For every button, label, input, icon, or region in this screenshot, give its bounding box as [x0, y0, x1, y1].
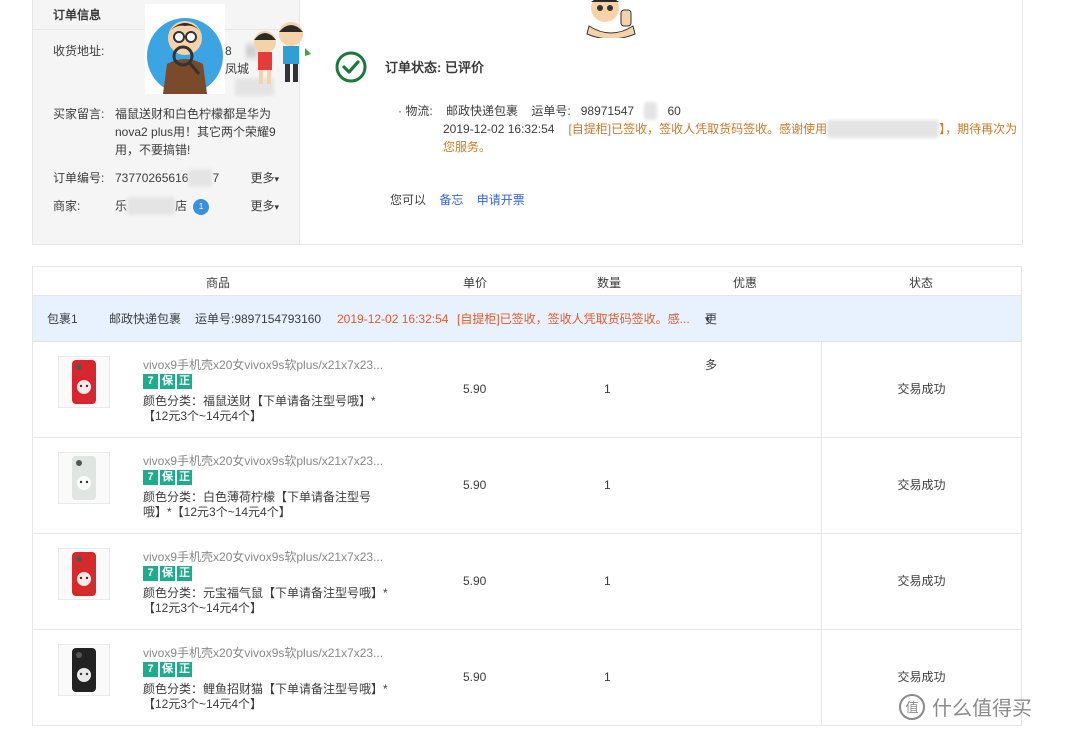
wangwang-chat-icon[interactable]: 1	[193, 198, 210, 215]
table-row: vivox9手机壳x20女vivox9s软plus/x21x7x23... 7 …	[33, 630, 1021, 726]
order-no-label: 订单编号:	[53, 171, 105, 185]
quantity: 1	[604, 670, 611, 684]
order-status-title: 订单状态: 已评价	[385, 60, 484, 75]
unit-price: 5.90	[463, 670, 487, 684]
seven-day-return-icon[interactable]: 7	[143, 566, 158, 581]
header-discount: 优惠	[733, 276, 758, 290]
header-product: 商品	[206, 276, 231, 290]
header-qty: 数量	[597, 276, 622, 290]
trade-status: 交易成功	[821, 534, 1021, 629]
check-circle-icon	[335, 51, 367, 83]
top-sticker-icon	[586, 0, 636, 38]
quantity: 1	[604, 574, 611, 588]
order-summary: 订单信息 收货地址: 2088 省份 凤城 806 711500 买家留言: 福…	[32, 0, 1023, 245]
package-name: 包裹1	[47, 312, 78, 326]
seller-more-link[interactable]: 更多▾	[250, 197, 279, 214]
logistics-detail: 2019-12-02 16:32:54 [自提柜]已签收，签收人凭取货码签收。感谢…	[398, 120, 1018, 156]
actions-label: 您可以	[390, 193, 427, 207]
product-attributes: 颜色分类：白色薄荷柠檬【下单请备注型号哦】*【12元3个~14元4个】	[143, 490, 372, 519]
product-thumbnail[interactable]	[58, 452, 110, 504]
trade-status: 交易成功	[821, 438, 1021, 533]
logistics-line: · 物流: 邮政快递包裹 运单号:989715471260	[398, 102, 1018, 120]
package-carrier: 邮政快递包裹	[109, 312, 182, 326]
seller-label: 商家:	[53, 199, 81, 213]
quantity: 1	[604, 382, 611, 396]
svg-text:值: 值	[905, 700, 918, 716]
unit-price: 5.90	[463, 382, 487, 396]
carrier-name: 邮政快递包裹	[446, 104, 519, 118]
logistics-time: 2019-12-02 16:32:54	[443, 122, 555, 136]
consumer-protection-icon[interactable]: 保	[160, 566, 175, 581]
service-tags: 7 保 正	[143, 566, 192, 581]
order-status-panel: 订单状态: 已评价 · 物流: 邮政快递包裹 运单号:989715471260 …	[301, 0, 1023, 244]
smzdm-logo-icon: 值	[899, 693, 925, 720]
quantity: 1	[604, 478, 611, 492]
seven-day-return-icon[interactable]: 7	[143, 470, 158, 485]
consumer-protection-icon[interactable]: 保	[160, 662, 175, 677]
table-row: vivox9手机壳x20女vivox9s软plus/x21x7x23... 7 …	[33, 438, 1021, 534]
product-attributes: 颜色分类：鲤鱼招财猫【下单请备注型号哦】*【12元3个~14元4个】	[143, 682, 388, 711]
service-tags: 7 保 正	[143, 662, 192, 677]
genuine-guarantee-icon[interactable]: 正	[177, 566, 192, 581]
site-watermark: 值 什么值得买	[898, 692, 1032, 721]
package-message: [自提柜]已签收，签收人凭取货码签收。感...	[457, 312, 690, 326]
unit-price: 5.90	[463, 574, 487, 588]
buyer-message-label: 买家留言:	[53, 107, 105, 121]
table-row: vivox9手机壳x20女vivox9s软plus/x21x7x23... 7 …	[33, 342, 1021, 438]
header-price: 单价	[463, 276, 488, 290]
product-thumbnail[interactable]	[58, 548, 110, 600]
genuine-guarantee-icon[interactable]: 正	[177, 470, 192, 485]
genuine-guarantee-icon[interactable]: 正	[177, 662, 192, 677]
order-no-more-link[interactable]: 更多▾	[250, 169, 279, 186]
product-attributes: 颜色分类：福鼠送财【下单请备注型号哦】*【12元3个~14元4个】	[143, 394, 376, 423]
order-actions: 您可以 备忘 申请开票	[390, 191, 525, 208]
waybill-no: 运单号:989715471260	[531, 102, 681, 120]
table-row: vivox9手机壳x20女vivox9s软plus/x21x7x23... 7 …	[33, 534, 1021, 630]
memo-link[interactable]: 备忘	[439, 193, 463, 207]
address-label: 收货地址:	[53, 44, 105, 58]
seven-day-return-icon[interactable]: 7	[143, 662, 158, 677]
consumer-protection-icon[interactable]: 保	[160, 470, 175, 485]
avatar-sticker-icon	[145, 4, 225, 94]
buyer-message: 福鼠送财和白色柠檬都是华为nova2 plus用！其它两个荣耀9用，不要搞错!	[115, 107, 276, 157]
service-tags: 7 保 正	[143, 374, 192, 389]
service-tags: 7 保 正	[143, 470, 192, 485]
watermark-text: 什么值得买	[932, 696, 1032, 720]
consumer-protection-icon[interactable]: 保	[160, 374, 175, 389]
table-header: 商品 单价 数量 优惠 状态	[33, 267, 1021, 296]
seven-day-return-icon[interactable]: 7	[143, 374, 158, 389]
product-thumbnail[interactable]	[58, 644, 110, 696]
product-title-link[interactable]: vivox9手机壳x20女vivox9s软plus/x21x7x23...	[143, 644, 383, 661]
genuine-guarantee-icon[interactable]: 正	[177, 374, 192, 389]
product-title-link[interactable]: vivox9手机壳x20女vivox9s软plus/x21x7x23...	[143, 548, 383, 565]
invoice-link[interactable]: 申请开票	[477, 193, 525, 207]
product-title-link[interactable]: vivox9手机壳x20女vivox9s软plus/x21x7x23...	[143, 356, 383, 373]
package-time: 2019-12-02 16:32:54	[337, 312, 449, 326]
header-status: 状态	[909, 276, 934, 290]
logistics-info: · 物流: 邮政快递包裹 运单号:989715471260 2019-12-02…	[398, 102, 1018, 156]
product-thumbnail[interactable]	[58, 356, 110, 408]
product-title-link[interactable]: vivox9手机壳x20女vivox9s软plus/x21x7x23...	[143, 452, 383, 469]
trade-status: 交易成功	[821, 342, 1021, 437]
product-attributes: 颜色分类：元宝福气鼠【下单请备注型号哦】*【12元3个~14元4个】	[143, 586, 388, 615]
package-bar: 包裹1 邮政快递包裹 运单号:9897154793160 2019-12-02 …	[33, 296, 1021, 372]
package-waybill: 运单号:9897154793160	[195, 312, 322, 326]
order-info-panel: 订单信息 收货地址: 2088 省份 凤城 806 711500 买家留言: 福…	[33, 0, 311, 244]
unit-price: 5.90	[463, 478, 487, 492]
buyer-message-row: 买家留言: 福鼠送财和白色柠檬都是华为nova2 plus用！其它两个荣耀9用，…	[53, 105, 293, 159]
order-items-table: 商品 单价 数量 优惠 状态 包裹1 邮政快递包裹 运单号:9897154793…	[32, 266, 1022, 726]
